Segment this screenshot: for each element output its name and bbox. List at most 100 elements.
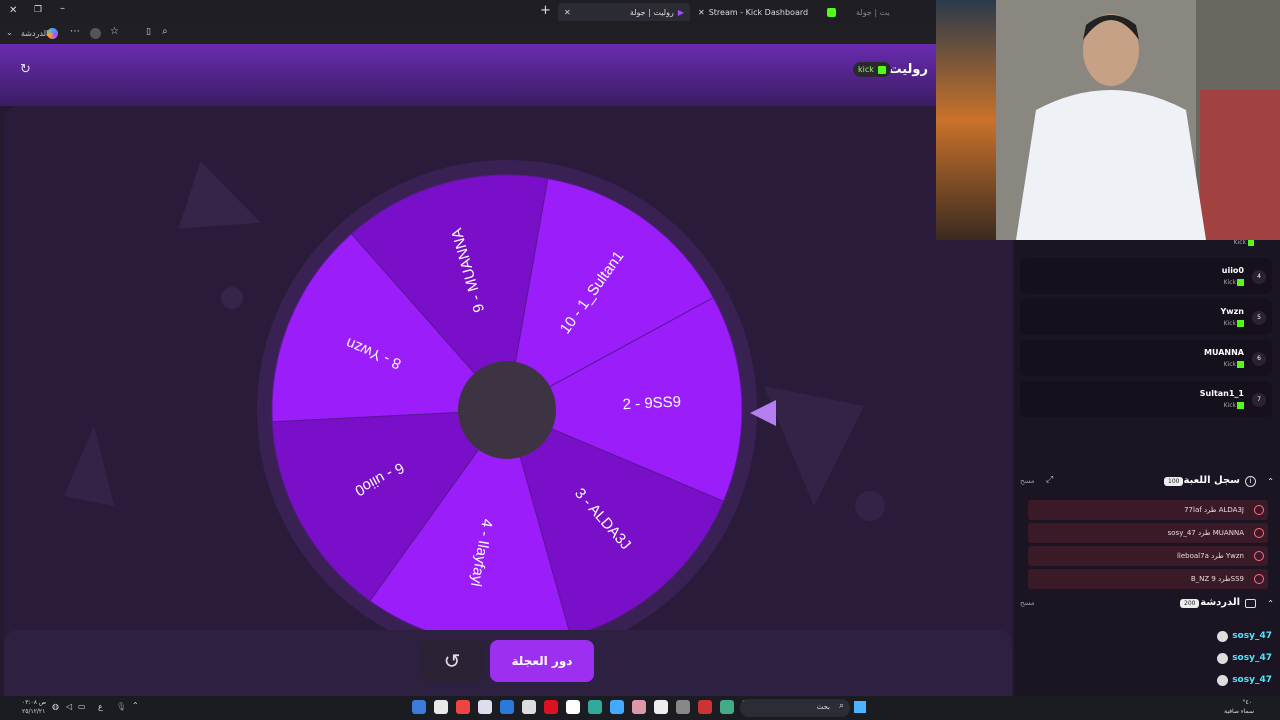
player-name: Ywzn [1220, 307, 1244, 316]
chat-message: sosy_47 [1217, 627, 1272, 645]
tab-kick-dashboard[interactable]: ✕ Stream - Kick Dashboard [692, 3, 842, 21]
close-tab-icon[interactable]: ✕ [564, 8, 571, 17]
chat-username[interactable]: sosy_47 [1232, 631, 1272, 641]
tiktok-icon[interactable] [676, 700, 690, 714]
game-log-clear[interactable]: مسح [1020, 477, 1035, 485]
steam-icon[interactable] [478, 700, 492, 714]
language-indicator[interactable]: ع [98, 702, 103, 711]
chat-count: 200 [1180, 599, 1200, 608]
widgets-icon[interactable] [412, 700, 426, 714]
collections-icon[interactable]: ▯ [146, 27, 151, 37]
new-tab-icon[interactable]: + [540, 3, 551, 18]
browser-tab-bar: ✕ ❐ – + ✕ روليت | جولة ▶ ✕ Stream - Kick … [0, 0, 936, 24]
webcam-overlay [936, 0, 1280, 240]
tab-label: روليت | جولة [629, 7, 674, 17]
tab-roulette[interactable]: ✕ روليت | جولة ▶ [558, 3, 690, 21]
obs-icon[interactable] [456, 700, 470, 714]
user-badge-icon [1217, 674, 1229, 686]
start-icon[interactable] [854, 701, 866, 713]
platform-label: Kick [1223, 320, 1236, 327]
restore-window-icon[interactable]: ❐ [34, 5, 42, 15]
kick-logo-icon [1237, 361, 1244, 368]
spin-button-label: دور العجلة [511, 654, 573, 668]
folder-icon[interactable] [632, 700, 646, 714]
more-icon[interactable]: ⋯ [70, 26, 80, 37]
page-title: روليت [888, 62, 928, 77]
player-number: 7 [1252, 393, 1266, 407]
platform-label: Kick [1223, 402, 1236, 409]
spin-button[interactable]: دور العجلة [490, 640, 594, 682]
weather-temp: °٤٠ [1242, 699, 1252, 706]
webcam-image [936, 0, 1280, 240]
roulette-app: ↻ روليت kick 10 - 1_Sultan1 2 - 9SS9 3 - A… [0, 44, 1014, 696]
chat-clear[interactable]: مسح [1020, 599, 1035, 607]
profile-label[interactable]: الدردشة [21, 29, 48, 38]
game-log-header: ⌃ i سجل اللعبة 100 ⤢ مسح [1014, 474, 1280, 494]
search-icon[interactable]: ⌕ [162, 26, 168, 37]
game-log-text: lleboal7a طرد Ywzn [1176, 552, 1244, 560]
user-badge-icon [1217, 652, 1229, 664]
platform-label: Kick [1223, 361, 1236, 368]
reset-button[interactable]: ↺ [420, 640, 484, 682]
edge-icon[interactable] [500, 700, 514, 714]
game-log-entry: B_NZ طرد 9SS9 [1028, 569, 1268, 589]
chevron-up-icon[interactable]: ⌃ [1267, 599, 1274, 608]
chat-message: sosy_47 [1217, 671, 1272, 689]
wheel-segment-label: 2 - 9SS9 [622, 393, 681, 413]
remove-circle-icon[interactable] [1254, 551, 1264, 561]
explorer-icon[interactable] [720, 700, 734, 714]
wheel-stage: 10 - 1_Sultan1 2 - 9SS9 3 - ALDA3J 4 - Ilay… [4, 106, 1012, 696]
avatar[interactable] [90, 28, 101, 39]
player-number: 5 [1252, 311, 1266, 325]
wifi-icon[interactable]: ◍ [52, 702, 59, 711]
app-header: ↻ روليت kick [0, 44, 936, 106]
favorites-icon[interactable]: ☆ [110, 26, 119, 37]
tab-label: Stream - Kick Dashboard [708, 7, 809, 17]
remove-circle-icon[interactable] [1254, 528, 1264, 538]
chat-title: الدردشة [1200, 597, 1240, 608]
remove-circle-icon[interactable] [1254, 505, 1264, 515]
side-panel: Kick uiio0 Kick 4 Ywzn Kick 5 MUANNA Kick … [1014, 239, 1280, 696]
battery-icon[interactable]: ▭ [78, 702, 86, 711]
player-card[interactable]: uiio0 Kick 4 [1020, 258, 1272, 294]
mic-icon[interactable]: 🎙 [116, 702, 126, 711]
expand-icon[interactable]: ⤢ [1046, 475, 1053, 485]
close-tab-icon[interactable]: ✕ [698, 8, 705, 17]
kick-badge-label: kick [858, 65, 874, 74]
calculator-icon[interactable] [698, 700, 712, 714]
taskbar-search[interactable]: ⌕ بحث [740, 699, 850, 717]
settings-icon[interactable] [654, 700, 668, 714]
red-app-icon[interactable] [544, 700, 558, 714]
chat-username[interactable]: sosy_47 [1232, 653, 1272, 663]
file-icon[interactable] [434, 700, 448, 714]
chat-icon [1245, 599, 1256, 608]
player-card[interactable]: Ywzn Kick 5 [1020, 299, 1272, 335]
chevron-down-icon[interactable]: ⌄ [6, 28, 13, 37]
kick-logo-icon [1237, 279, 1244, 286]
platform-label: Kick [1233, 239, 1246, 246]
taskbar-search-label: بحث [816, 703, 830, 711]
info-icon: i [1245, 476, 1256, 487]
roulette-wheel[interactable]: 10 - 1_Sultan12 - 9SS93 - ALDA3J4 - Ilay… [257, 160, 757, 660]
capcut-icon[interactable] [522, 700, 536, 714]
player-number: 6 [1252, 352, 1266, 366]
game-log-entry: lleboal7a طرد Ywzn [1028, 546, 1268, 566]
tray-chevron-icon[interactable]: ⌃ [132, 701, 139, 710]
photos-icon[interactable] [610, 700, 624, 714]
game-log-text: B_NZ طرد 9SS9 [1190, 575, 1244, 583]
app-icon[interactable] [588, 700, 602, 714]
close-window-icon[interactable]: ✕ [9, 5, 17, 16]
minimize-window-icon[interactable]: – [60, 3, 65, 14]
copilot-icon[interactable] [47, 28, 58, 39]
platform-label: Kick [1223, 279, 1236, 286]
chevron-up-icon[interactable]: ⌃ [1267, 477, 1274, 486]
volume-icon[interactable]: ◁ [66, 702, 72, 711]
xbox-icon[interactable] [566, 700, 580, 714]
remove-circle-icon[interactable] [1254, 574, 1264, 584]
player-card[interactable]: Sultan1_1 Kick 7 [1020, 381, 1272, 417]
chat-username[interactable]: sosy_47 [1232, 675, 1272, 685]
tab-roulette-2[interactable]: يت | جولة [850, 3, 936, 21]
player-card[interactable]: MUANNA Kick 6 [1020, 340, 1272, 376]
refresh-icon[interactable]: ↻ [20, 62, 31, 77]
browser-toolbar: ⌄ الدردشة ⋯ ☆ ▯ ⌕ [0, 24, 936, 44]
